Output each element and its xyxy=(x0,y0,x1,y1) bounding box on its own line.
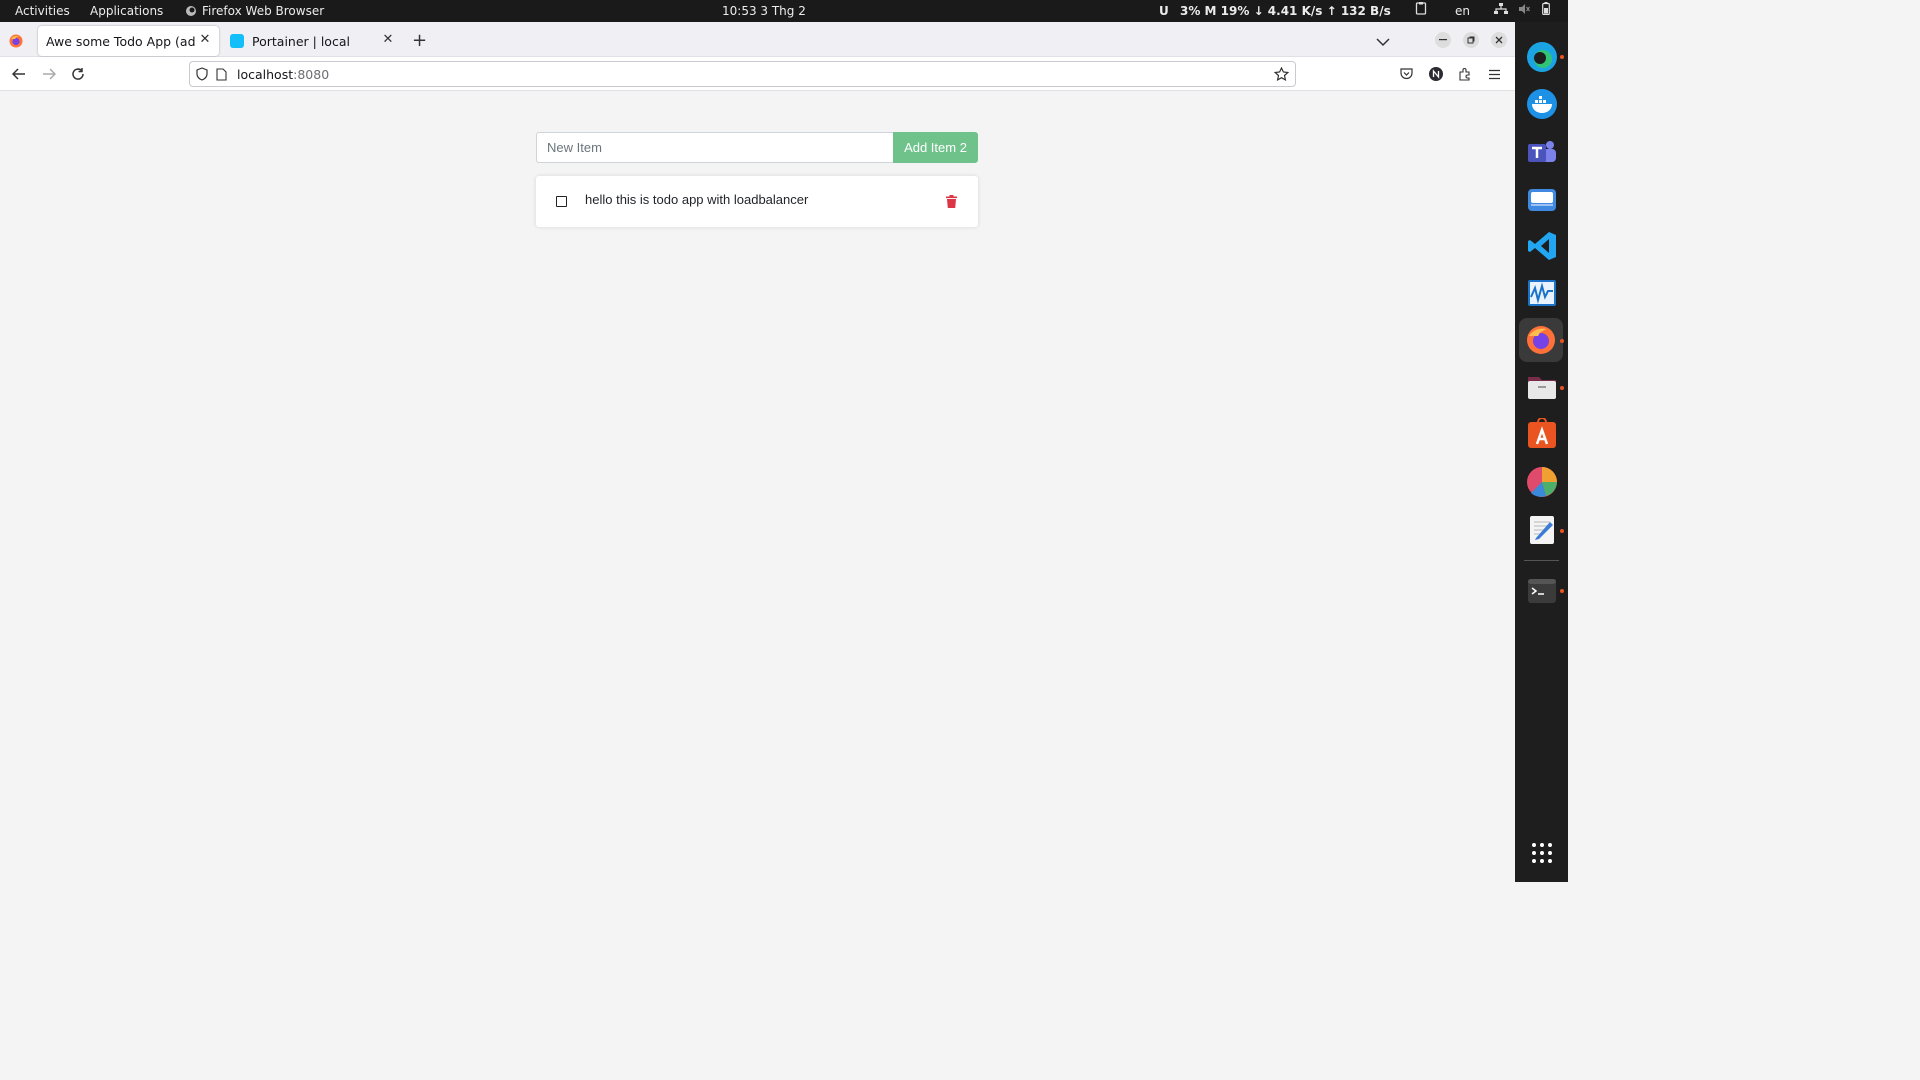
restore-icon xyxy=(1467,36,1475,44)
battery-icon[interactable] xyxy=(1542,0,1550,22)
new-item-input[interactable] xyxy=(536,132,894,163)
close-tab-icon[interactable]: ✕ xyxy=(380,32,396,48)
url-port: :8080 xyxy=(293,66,330,82)
ubuntu-dock xyxy=(1515,22,1568,882)
terminal-icon[interactable] xyxy=(1524,573,1559,608)
back-arrow-icon xyxy=(12,68,25,80)
reload-button[interactable] xyxy=(66,62,90,86)
indicator-u[interactable]: U xyxy=(1159,0,1169,22)
portainer-icon xyxy=(230,34,244,48)
add-item-button[interactable]: Add Item 2 xyxy=(893,132,978,163)
tab-portainer[interactable]: Portainer | local ✕ xyxy=(222,26,402,56)
running-indicator xyxy=(1560,339,1564,343)
extensions-puzzle-icon[interactable] xyxy=(1453,62,1477,86)
firefox-logo-icon[interactable] xyxy=(9,33,23,52)
clipboard-icon[interactable] xyxy=(1415,0,1427,22)
app-name-label: Firefox Web Browser xyxy=(202,4,325,18)
microsoft-edge-icon[interactable] xyxy=(1524,39,1559,74)
dock-separator xyxy=(1524,560,1559,561)
applications-menu[interactable]: Applications xyxy=(90,0,163,22)
new-tab-button[interactable]: + xyxy=(412,30,427,51)
hamburger-menu-icon[interactable] xyxy=(1482,62,1506,86)
app-menu[interactable]: Firefox Web Browser xyxy=(185,0,324,22)
activities-button[interactable]: Activities xyxy=(15,0,70,22)
system-top-bar: Activities Applications Firefox Web Brow… xyxy=(0,0,1568,22)
mail-icon[interactable] xyxy=(1524,181,1559,216)
close-icon xyxy=(1495,36,1503,44)
text-editor-icon[interactable] xyxy=(1524,512,1559,547)
todo-item: hello this is todo app with loadbalancer xyxy=(536,176,978,227)
close-tab-icon[interactable]: ✕ xyxy=(197,32,213,48)
running-indicator xyxy=(1560,386,1564,390)
account-avatar-icon[interactable] xyxy=(1424,62,1448,86)
firefox-window: Awe some Todo App (add ca ✕ Portainer | … xyxy=(0,22,1515,882)
files-icon[interactable] xyxy=(1524,369,1559,404)
bookmark-star-icon[interactable] xyxy=(1274,67,1289,81)
url-bar[interactable]: localhost :8080 xyxy=(189,61,1296,87)
running-indicator xyxy=(1560,55,1564,59)
tab-title: Portainer | local xyxy=(252,33,350,49)
tab-strip: Awe some Todo App (add ca ✕ Portainer | … xyxy=(0,22,1515,57)
firefox-icon[interactable] xyxy=(1519,318,1563,362)
pocket-icon[interactable] xyxy=(1394,62,1418,86)
page-info-icon[interactable] xyxy=(216,67,227,81)
system-stats-indicator[interactable]: 3% M 19% ↓ 4.41 K/s ↑ 132 B/s xyxy=(1180,0,1391,22)
restore-window-button[interactable] xyxy=(1463,32,1479,48)
forward-button[interactable] xyxy=(37,62,61,86)
running-indicator xyxy=(1560,589,1564,593)
volume-muted-icon[interactable] xyxy=(1518,0,1530,22)
network-icon[interactable] xyxy=(1494,0,1508,22)
show-apps-icon[interactable] xyxy=(1524,835,1559,870)
system-monitor-icon[interactable] xyxy=(1524,275,1559,310)
vscode-icon[interactable] xyxy=(1524,228,1559,263)
tracking-protection-icon[interactable] xyxy=(196,67,208,81)
running-indicator xyxy=(1560,529,1564,533)
app-center-icon[interactable] xyxy=(1524,416,1559,451)
minimize-window-button[interactable] xyxy=(1435,32,1451,48)
close-window-button[interactable] xyxy=(1491,32,1507,48)
language-indicator[interactable]: en xyxy=(1455,0,1470,22)
todo-item-text: hello this is todo app with loadbalancer xyxy=(585,192,809,207)
list-all-tabs-icon[interactable] xyxy=(1376,32,1390,51)
minimize-icon xyxy=(1439,39,1447,41)
teams-icon[interactable] xyxy=(1524,134,1559,169)
clock[interactable]: 10:53 3 Thg 2 xyxy=(722,0,806,22)
todo-app-page: Add Item 2 hello this is todo app with l… xyxy=(0,92,1515,882)
navigation-toolbar: localhost :8080 xyxy=(0,57,1515,91)
docker-icon[interactable] xyxy=(1524,86,1559,121)
chart-app-icon[interactable] xyxy=(1524,464,1559,499)
todo-checkbox[interactable] xyxy=(556,196,567,207)
delete-trash-icon[interactable] xyxy=(946,193,960,209)
tab-title: Awe some Todo App (add ca xyxy=(46,33,196,49)
url-host: localhost xyxy=(237,66,294,82)
tab-todo-app[interactable]: Awe some Todo App (add ca ✕ xyxy=(38,26,219,56)
forward-arrow-icon xyxy=(43,68,56,80)
reload-icon xyxy=(72,68,84,80)
back-button[interactable] xyxy=(7,62,31,86)
firefox-small-icon xyxy=(186,6,196,16)
